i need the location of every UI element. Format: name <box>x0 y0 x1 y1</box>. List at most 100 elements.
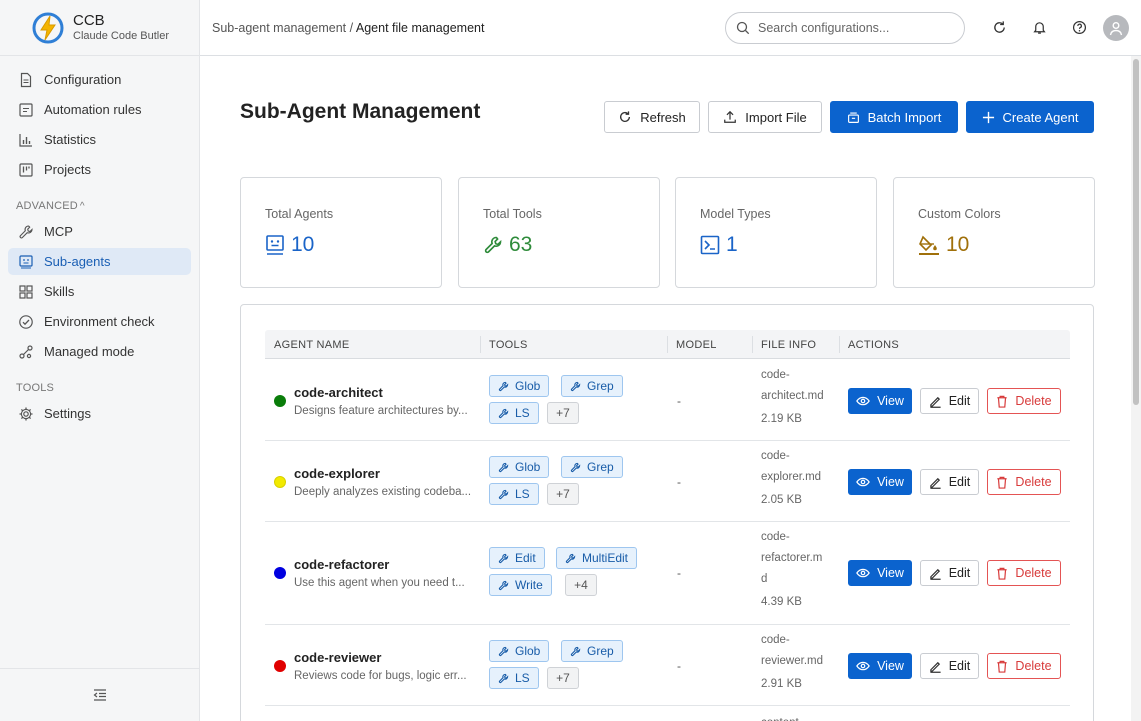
main-content: Sub-Agent Management Refresh Import File… <box>200 56 1131 721</box>
import-file-button[interactable]: Import File <box>708 101 822 133</box>
more-tools-badge[interactable]: +4 <box>565 574 597 596</box>
trash-icon <box>997 395 1008 408</box>
stat-label: Custom Colors <box>918 207 1001 221</box>
agent-model: - <box>677 566 681 580</box>
stat-value: 10 <box>291 233 315 256</box>
agent-model: - <box>677 475 681 489</box>
trash-icon <box>997 476 1008 489</box>
file-icon <box>20 72 32 87</box>
edit-button[interactable]: Edit <box>920 469 979 495</box>
wrench-icon <box>570 462 581 472</box>
search-box[interactable] <box>725 11 965 44</box>
agent-description: Reviews code for bugs, logic err... <box>294 670 467 682</box>
table-header: AGENT NAME TOOLS MODEL FILE INFO ACTIONS <box>265 330 1070 359</box>
user-avatar[interactable] <box>1103 14 1129 41</box>
file-name-line: content- <box>761 713 833 721</box>
agent-description: Deeply analyzes existing codeba... <box>294 486 472 498</box>
refresh-button[interactable] <box>979 8 1019 48</box>
scrollbar-thumb[interactable] <box>1133 59 1139 405</box>
stat-value-row: 10 <box>265 233 314 257</box>
sidebar-item-skills[interactable]: Skills <box>8 278 191 305</box>
tool-tag: Glob <box>489 456 550 478</box>
nodes-icon <box>19 344 33 359</box>
view-label: View <box>877 394 904 408</box>
notifications-button[interactable] <box>1019 8 1059 48</box>
edit-label: Edit <box>948 566 971 580</box>
view-button[interactable]: View <box>848 469 912 495</box>
edit-button[interactable]: Edit <box>920 560 979 586</box>
file-name-line: architect.md <box>761 390 824 402</box>
delete-button[interactable]: Delete <box>987 469 1061 495</box>
delete-button[interactable]: Delete <box>987 388 1061 414</box>
stat-label: Total Agents <box>265 207 334 221</box>
view-button[interactable]: View <box>848 653 912 679</box>
agent-name[interactable]: code-architect <box>294 385 383 400</box>
sidebar-item-projects[interactable]: Projects <box>8 156 191 183</box>
agent-name[interactable]: code-refactorer <box>294 557 389 572</box>
search-input[interactable] <box>758 20 938 35</box>
wrench-icon <box>19 224 33 238</box>
section-advanced[interactable]: ADVANCED ^ <box>0 186 199 218</box>
sidebar-item-managed-mode[interactable]: Managed mode <box>8 338 191 365</box>
view-label: View <box>877 659 904 673</box>
delete-button[interactable]: Delete <box>987 560 1061 586</box>
more-tools-badge[interactable]: +7 <box>547 402 579 424</box>
tool-tag-label: LS <box>515 487 530 501</box>
table-row: code-architect Designs feature architect… <box>265 360 1070 441</box>
delete-button[interactable]: Delete <box>987 653 1061 679</box>
stat-value: 63 <box>509 233 533 256</box>
create-agent-button[interactable]: Create Agent <box>966 101 1094 133</box>
chart-icon <box>19 133 32 147</box>
eye-icon <box>856 477 870 487</box>
plus-icon <box>982 111 994 123</box>
wrench-icon <box>484 236 502 254</box>
help-button[interactable] <box>1059 8 1099 48</box>
view-button[interactable]: View <box>848 388 912 414</box>
sidebar-item-configuration[interactable]: Configuration <box>8 66 191 93</box>
sidebar-item-label: Configuration <box>44 72 122 87</box>
breadcrumb-parent[interactable]: Sub-agent management <box>212 21 346 35</box>
agents-table: AGENT NAME TOOLS MODEL FILE INFO ACTIONS… <box>240 304 1094 721</box>
sidebar-item-automation-rules[interactable]: Automation rules <box>8 96 191 123</box>
file-size: 2.05 KB <box>761 494 802 506</box>
chevron-up-icon: ^ <box>79 200 85 212</box>
stat-card-model-types: Model Types 1 <box>675 177 877 288</box>
sidebar-item-sub-agents[interactable]: Sub-agents <box>8 248 191 275</box>
paint-bucket-icon <box>919 235 939 255</box>
file-name-line: explorer.md <box>761 471 822 483</box>
terminal-icon <box>700 235 720 255</box>
refresh-icon <box>620 111 631 122</box>
tool-tag-label: Grep <box>587 460 614 474</box>
main-scrollbar[interactable] <box>1131 56 1141 721</box>
view-button[interactable]: View <box>848 560 912 586</box>
sidebar-item-settings[interactable]: Settings <box>8 400 191 427</box>
trash-icon <box>997 660 1008 673</box>
file-info: code- refactorer.m d 4.39 KB <box>761 527 833 613</box>
more-tools-badge[interactable]: +7 <box>547 667 579 689</box>
gear-icon <box>19 407 33 420</box>
sidebar-item-mcp[interactable]: MCP <box>8 218 191 245</box>
sidebar-item-statistics[interactable]: Statistics <box>8 126 191 153</box>
agent-name[interactable]: code-reviewer <box>294 650 381 665</box>
tool-tag: Grep <box>561 640 623 662</box>
pencil-icon <box>929 568 941 580</box>
file-name-line: code- <box>761 634 790 646</box>
batch-import-button[interactable]: Batch Import <box>830 101 958 133</box>
collapse-sidebar-button[interactable] <box>0 668 199 721</box>
more-tools-badge[interactable]: +7 <box>547 483 579 505</box>
edit-button[interactable]: Edit <box>920 653 979 679</box>
tool-tag: Glob <box>489 640 550 662</box>
edit-button[interactable]: Edit <box>920 388 979 414</box>
view-label: View <box>877 566 904 580</box>
agent-name[interactable]: code-explorer <box>294 466 380 481</box>
sidebar-item-label: MCP <box>44 224 73 239</box>
app-logo[interactable]: CCB Claude Code Butler <box>0 0 199 56</box>
table-row: code-explorer Deeply analyzes existing c… <box>265 441 1070 522</box>
delete-label: Delete <box>1015 475 1052 489</box>
sidebar-item-environment-check[interactable]: Environment check <box>8 308 191 335</box>
refresh-label: Refresh <box>640 109 686 125</box>
create-agent-label: Create Agent <box>1002 109 1079 125</box>
column-header-agent-name: AGENT NAME <box>274 339 350 351</box>
refresh-agents-button[interactable]: Refresh <box>604 101 700 133</box>
search-icon <box>736 21 750 34</box>
